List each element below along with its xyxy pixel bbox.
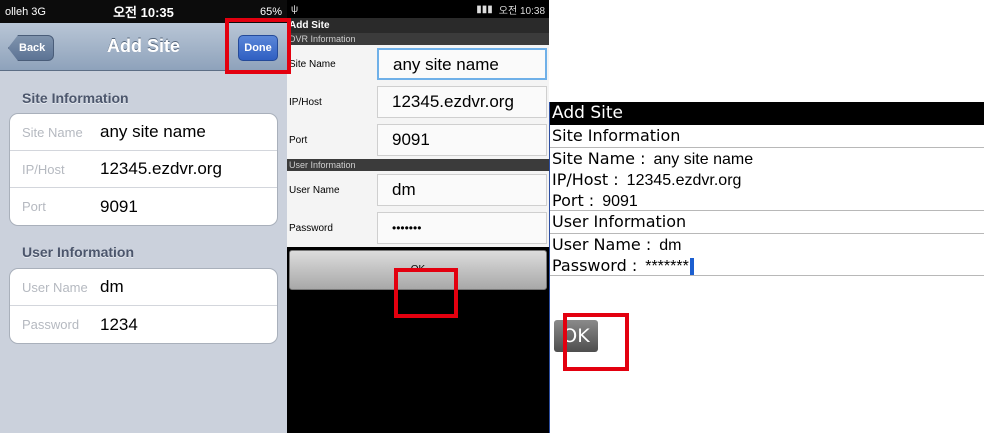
field-value: 12345.ezdvr.org: [626, 172, 742, 189]
android-add-site-screen: ψ ▮▮▮ 오전 10:38 Add Site DVR Information …: [287, 0, 549, 433]
field-label: IP/Host :: [552, 170, 619, 189]
user-name-input[interactable]: dm: [377, 174, 547, 206]
field-label: Site Name: [289, 58, 336, 70]
field-label: IP/Host: [22, 161, 65, 177]
password-row: Password •••••••: [287, 209, 549, 247]
dvr-information-form: Site Name any site name IP/Host 12345.ez…: [287, 45, 549, 159]
field-value: 1234: [100, 314, 138, 334]
port-input[interactable]: 9091: [377, 124, 547, 156]
field-label: User Name: [22, 279, 88, 295]
ios-status-bar: olleh 3G 오전 10:35 65%: [0, 0, 287, 23]
field-value: *******: [645, 258, 689, 275]
site-name-field[interactable]: Site Name : any site name: [550, 148, 984, 169]
field-label: Port :: [552, 191, 595, 210]
clock: 오전 10:38: [498, 5, 545, 17]
ip-host-field[interactable]: IP/Host : 12345.ezdvr.org: [550, 169, 984, 190]
blackberry-add-site-screen: Add Site Site Information Site Name : any…: [549, 102, 984, 433]
clock: 오전 10:35: [113, 5, 174, 20]
user-information-heading: User Information: [550, 211, 984, 234]
user-information-heading: User Information: [287, 159, 549, 171]
field-value: any site name: [653, 151, 754, 168]
done-button[interactable]: Done: [238, 35, 278, 61]
user-name-field[interactable]: User Name : dm: [550, 234, 984, 255]
page-title: Add Site: [550, 102, 984, 125]
field-label: IP/Host: [289, 96, 322, 108]
field-label: Site Name :: [552, 149, 646, 168]
field-label: Password: [289, 222, 333, 234]
ip-host-field[interactable]: IP/Host 12345.ezdvr.org: [10, 151, 277, 188]
carrier-label: olleh 3G: [5, 5, 46, 18]
site-information-heading: Site Information: [22, 90, 129, 106]
site-name-field[interactable]: Site Name any site name: [10, 114, 277, 151]
field-label: Site Name: [22, 124, 83, 140]
port-row: Port 9091: [287, 121, 549, 159]
port-field[interactable]: Port : 9091: [550, 190, 984, 211]
usb-icon: ψ: [291, 3, 299, 15]
user-information-heading: User Information: [22, 244, 135, 260]
user-information-form: User Name dm Password •••••••: [287, 171, 549, 247]
dvr-information-heading: DVR Information: [287, 33, 549, 45]
password-field[interactable]: Password 1234: [10, 306, 277, 343]
field-value: 12345.ezdvr.org: [100, 159, 222, 178]
field-label: Password: [22, 317, 80, 332]
field-label: Port: [22, 199, 46, 214]
user-name-row: User Name dm: [287, 171, 549, 209]
field-value: dm: [100, 277, 124, 296]
battery-level: 65%: [259, 5, 282, 18]
ios-nav-bar: Back Add Site Done: [0, 23, 287, 71]
field-value: 9091: [100, 196, 138, 216]
port-field[interactable]: Port 9091: [10, 188, 277, 225]
field-value: 9091: [602, 193, 638, 210]
ip-host-row: IP/Host 12345.ezdvr.org: [287, 83, 549, 121]
field-value: any site name: [100, 122, 206, 141]
password-input[interactable]: •••••••: [377, 212, 547, 244]
site-name-row: Site Name any site name: [287, 45, 549, 83]
field-label: User Name :: [552, 235, 652, 254]
site-information-heading: Site Information: [550, 125, 984, 148]
site-name-input[interactable]: any site name: [377, 48, 547, 80]
ok-button[interactable]: OK: [554, 320, 598, 352]
field-label: User Name: [289, 184, 340, 196]
android-status-bar: ψ ▮▮▮ 오전 10:38: [287, 0, 549, 18]
field-label: Port: [289, 134, 308, 146]
user-information-group: User Name dm Password 1234: [9, 268, 278, 344]
site-information-group: Site Name any site name IP/Host 12345.ez…: [9, 113, 278, 226]
field-value: dm: [659, 237, 682, 254]
page-title: Add Site: [287, 18, 549, 33]
password-field[interactable]: Password : *******: [550, 255, 984, 276]
ios-add-site-screen: olleh 3G 오전 10:35 65% Back Add Site Done…: [0, 0, 287, 433]
user-name-field[interactable]: User Name dm: [10, 269, 277, 306]
field-label: Password :: [552, 256, 638, 275]
ip-host-input[interactable]: 12345.ezdvr.org: [377, 86, 547, 118]
signal-icon: ▮▮▮: [476, 3, 493, 15]
text-cursor: [689, 258, 694, 275]
ok-button[interactable]: OK: [289, 250, 547, 290]
